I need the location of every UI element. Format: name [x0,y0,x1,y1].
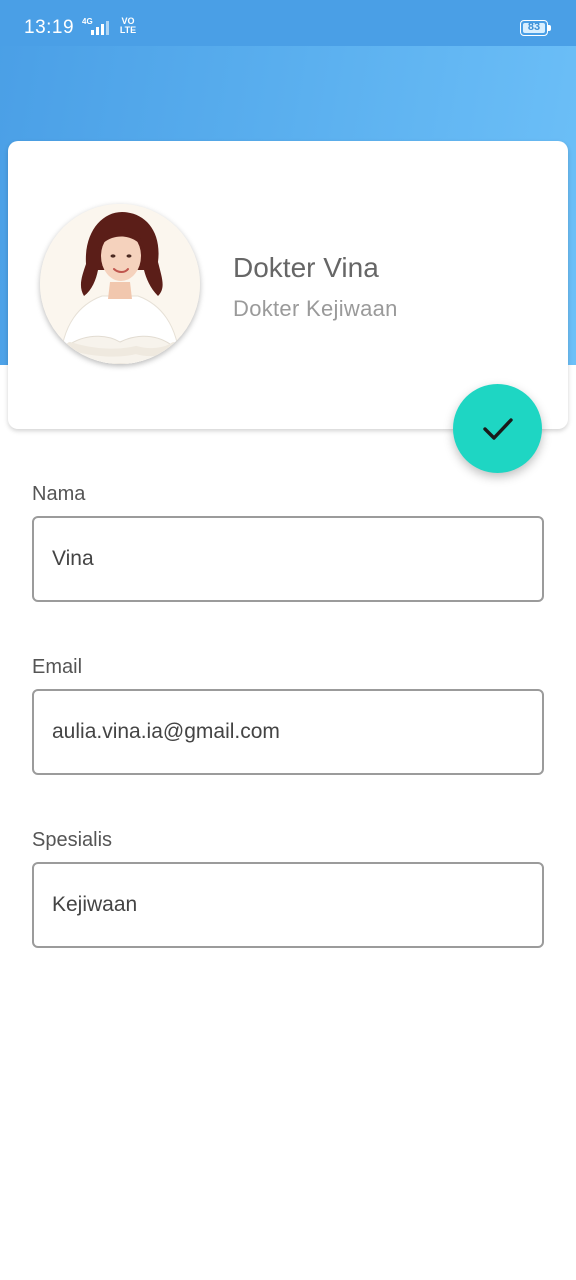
signal-icon: 4G [82,17,112,39]
doctor-specialty: Dokter Kejiwaan [233,296,398,321]
status-bar: 13:19 4G VO LTE 83 [0,0,576,46]
email-input[interactable] [32,689,544,775]
email-label: Email [32,656,83,678]
doctor-portrait-icon [40,204,200,364]
network-type-label: 4G [82,17,93,26]
volte-icon: VO LTE [119,16,137,35]
check-icon [482,417,513,440]
battery-icon: 83 [520,20,548,36]
spesialis-label: Spesialis [32,829,113,851]
nama-input[interactable] [32,516,544,602]
nama-label: Nama [32,483,86,505]
save-button[interactable] [453,384,542,473]
doctor-name: Dokter Vina [233,252,379,283]
doctor-avatar[interactable] [40,204,200,364]
battery-level: 83 [527,21,541,33]
spesialis-input[interactable] [32,862,544,948]
status-time: 13:19 [24,17,75,38]
